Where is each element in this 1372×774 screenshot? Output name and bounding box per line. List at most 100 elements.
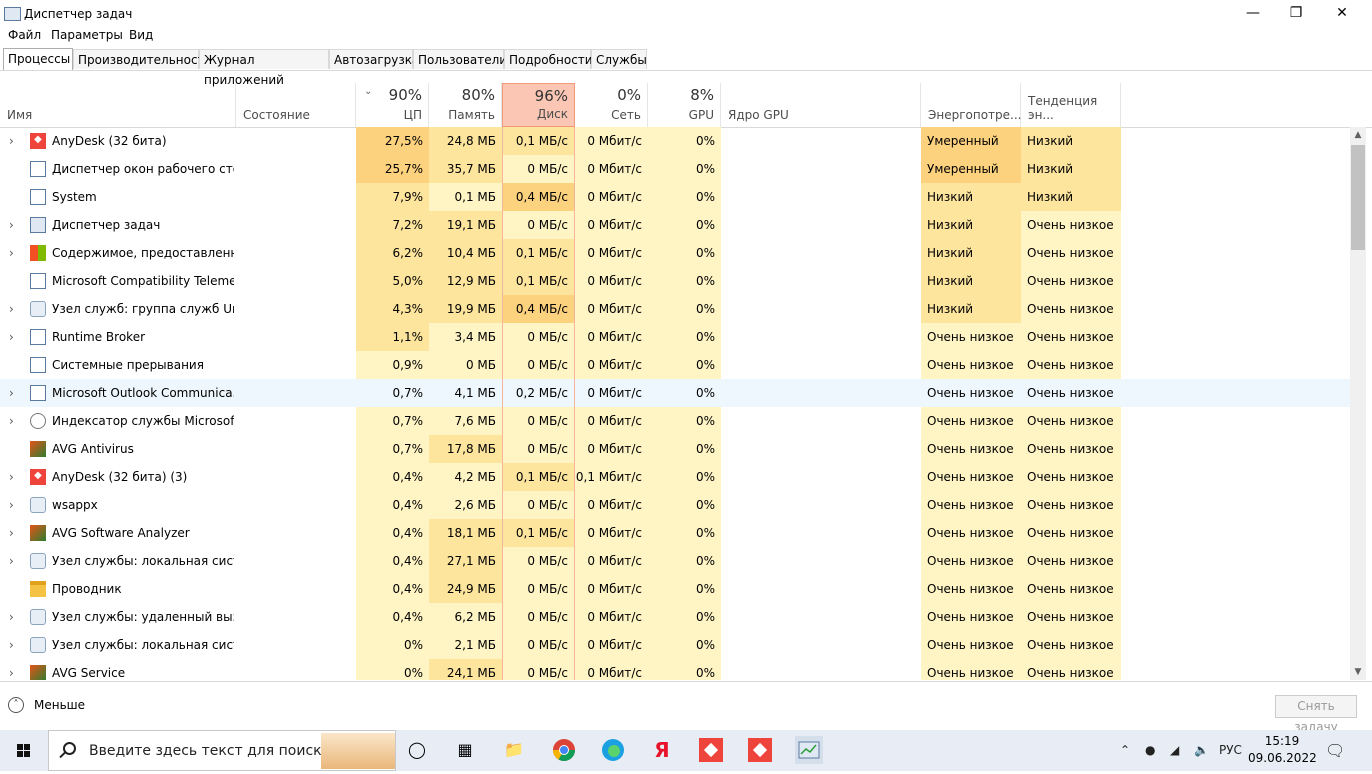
table-row[interactable]: Диспетчер окон рабочего стола 25,7%35,7 М… <box>0 155 1350 183</box>
anydesk-taskbar-icon-2[interactable] <box>746 736 774 764</box>
edge-icon[interactable] <box>599 736 627 764</box>
table-row[interactable]: Системные прерывания 0,9% 0 МБ 0 МБ/с 0 Мбит… <box>0 351 1350 379</box>
table-row[interactable]: System 7,9% 0,1 МБ 0,4 МБ/с 0 Мбит/с 0% Низкий… <box>0 183 1350 211</box>
column-header-row: Имя Состояние ⌄ 90% ЦП 80% Память 96% Ди… <box>0 83 1372 128</box>
table-row[interactable]: › Узел служб: группа служб Uni... 4,3%19,9… <box>0 295 1350 323</box>
table-row[interactable]: › ◆ AnyDesk (32 бита) (3) 0,4% 4,2 МБ 0,1 МБ/… <box>0 463 1350 491</box>
column-cpu[interactable]: ⌄ 90% ЦП <box>356 83 429 127</box>
expand-chevron-icon[interactable]: › <box>9 239 14 267</box>
expand-chevron-icon[interactable]: › <box>9 211 14 239</box>
process-name: Microsoft Compatibility Teleme... <box>52 274 234 288</box>
tab-performance[interactable]: Производительность <box>73 49 212 69</box>
show-hidden-icons-icon[interactable]: ⌃ <box>1120 730 1130 771</box>
column-name-label: Имя <box>7 108 33 122</box>
minimize-button[interactable]: — <box>1230 0 1276 28</box>
expand-chevron-icon[interactable]: › <box>9 519 14 547</box>
end-task-button[interactable]: Снять задачу <box>1275 695 1357 734</box>
table-row[interactable]: › Узел службы: удаленный вызо... 0,4%6,2 М… <box>0 603 1350 631</box>
column-power-usage[interactable]: Энергопотре... <box>921 83 1022 127</box>
folder-icon <box>30 581 46 597</box>
cell-disk: 0,1 МБ/с <box>502 463 575 491</box>
expand-chevron-icon[interactable]: › <box>9 491 14 519</box>
table-row[interactable]: AVG Antivirus 0,7% 17,8 МБ 0 МБ/с 0 Мбит/с 0%… <box>0 435 1350 463</box>
close-button[interactable]: ✕ <box>1319 0 1365 28</box>
yandex-browser-icon[interactable]: Я <box>648 736 676 764</box>
gear-icon <box>30 553 46 569</box>
expand-chevron-icon[interactable]: › <box>9 631 14 659</box>
notifications-icon[interactable]: 🗨 <box>1325 730 1345 771</box>
cortana-icon[interactable]: ◯ <box>403 736 431 764</box>
expand-chevron-icon[interactable]: › <box>9 659 14 680</box>
column-name[interactable]: Имя <box>0 83 236 127</box>
input-language[interactable]: РУС <box>1219 730 1242 771</box>
expand-chevron-icon[interactable]: › <box>9 127 14 155</box>
process-name: Диспетчер окон рабочего стола <box>52 162 234 176</box>
scroll-down-icon[interactable]: ▼ <box>1350 664 1366 680</box>
window-icon <box>30 189 46 205</box>
table-row[interactable]: › ◆ AnyDesk (32 бита) 27,5% 24,8 МБ 0,1 МБ/с 0… <box>0 127 1350 155</box>
expand-chevron-icon[interactable]: › <box>9 323 14 351</box>
column-status[interactable]: Состояние <box>236 83 356 127</box>
network-icon[interactable]: ◢ <box>1170 730 1179 771</box>
task-manager-taskbar-icon[interactable] <box>795 736 823 764</box>
column-gpu-engine[interactable]: Ядро GPU <box>721 83 921 127</box>
table-row[interactable]: › Индексатор службы Microsoft ... 0,7% 7,6 … <box>0 407 1350 435</box>
table-row[interactable]: › Runtime Broker 1,1% 3,4 МБ 0 МБ/с 0 Мбит/с 0… <box>0 323 1350 351</box>
task-view-icon[interactable]: ▦ <box>451 736 479 764</box>
table-row[interactable]: › Содержимое, предоставленно... 6,2%10,4 М… <box>0 239 1350 267</box>
expand-chevron-icon[interactable]: › <box>9 295 14 323</box>
column-disk[interactable]: 96% Диск <box>502 83 575 127</box>
taskbar-search-box[interactable]: Введите здесь текст для поиска <box>48 730 396 771</box>
cell-disk: 0 МБ/с <box>502 351 575 379</box>
menu-view[interactable]: Вид <box>129 28 153 42</box>
column-gpu[interactable]: 8% GPU <box>648 83 721 127</box>
table-row[interactable]: › Диспетчер задач 7,2% 19,1 МБ 0 МБ/с 0 Мбит/… <box>0 211 1350 239</box>
expand-chevron-icon[interactable]: › <box>9 463 14 491</box>
tab-processes[interactable]: Процессы <box>3 48 73 70</box>
table-row[interactable]: › AVG Software Analyzer 0,4% 18,1 МБ 0,1 МБ/… <box>0 519 1350 547</box>
table-row[interactable]: › wsappx 0,4% 2,6 МБ 0 МБ/с 0 Мбит/с 0% Очень н… <box>0 491 1350 519</box>
table-row[interactable]: Microsoft Compatibility Teleme... 5,0% 12,… <box>0 267 1350 295</box>
cell-mem: 3,4 МБ <box>429 323 502 351</box>
cell-power-trend: Очень низкое <box>1021 547 1121 575</box>
column-memory[interactable]: 80% Память <box>429 83 502 127</box>
column-network[interactable]: 0% Сеть <box>575 83 648 127</box>
menu-options[interactable]: Параметры <box>51 28 123 42</box>
scroll-up-icon[interactable]: ▲ <box>1350 127 1366 143</box>
tab-app-history[interactable]: Журнал приложений <box>199 49 329 87</box>
tab-users[interactable]: Пользователи <box>413 49 507 69</box>
column-power-trend[interactable]: Тенденция эн... <box>1021 83 1121 127</box>
start-button[interactable] <box>0 730 48 771</box>
table-row[interactable]: › AVG Service 0% 24,1 МБ 0 МБ/с 0 Мбит/с 0% Оче… <box>0 659 1350 680</box>
volume-icon[interactable]: 🔈 <box>1194 730 1209 771</box>
chrome-icon[interactable] <box>550 736 578 764</box>
cell-disk: 0,1 МБ/с <box>502 239 575 267</box>
cell-gpu: 0% <box>648 631 721 659</box>
tab-startup[interactable]: Автозагрузка <box>329 49 419 69</box>
anydesk-taskbar-icon[interactable] <box>697 736 725 764</box>
expand-chevron-icon[interactable]: › <box>9 407 14 435</box>
cell-mem: 24,1 МБ <box>429 659 502 680</box>
cell-mem: 19,1 МБ <box>429 211 502 239</box>
table-row[interactable]: › Узел службы: локальная систе... 0,4%27,1… <box>0 547 1350 575</box>
taskbar-clock[interactable]: 15:19 09.06.2022 <box>1248 733 1317 767</box>
expand-chevron-icon[interactable]: › <box>9 379 14 407</box>
tab-details[interactable]: Подробности <box>504 49 593 69</box>
file-explorer-icon[interactable]: 📁 <box>500 736 528 764</box>
vertical-scrollbar[interactable]: ▲ ▼ <box>1350 127 1366 680</box>
meet-now-icon[interactable]: ● <box>1145 730 1155 771</box>
expand-chevron-icon[interactable]: › <box>9 547 14 575</box>
cpu-label: ЦП <box>403 108 422 122</box>
scroll-thumb[interactable] <box>1351 145 1365 250</box>
cell-disk: 0 МБ/с <box>502 491 575 519</box>
menu-file[interactable]: Файл <box>8 28 41 42</box>
restore-button[interactable]: ❐ <box>1273 0 1319 28</box>
tab-services[interactable]: Службы <box>591 49 647 69</box>
table-row[interactable]: ›Узел службы: локальная систе...0%2,1 МБ… <box>0 631 1350 659</box>
table-row[interactable]: Проводник 0,4% 24,9 МБ 0 МБ/с 0 Мбит/с 0% Очен… <box>0 575 1350 603</box>
cell-gpu: 0% <box>648 407 721 435</box>
cell-power-usage: Низкий <box>921 239 1021 267</box>
table-row[interactable]: › Microsoft Outlook Communica... 0,7% 4,1 М… <box>0 379 1350 407</box>
window-title: Диспетчер задач <box>24 7 133 21</box>
expand-chevron-icon[interactable]: › <box>9 603 14 631</box>
